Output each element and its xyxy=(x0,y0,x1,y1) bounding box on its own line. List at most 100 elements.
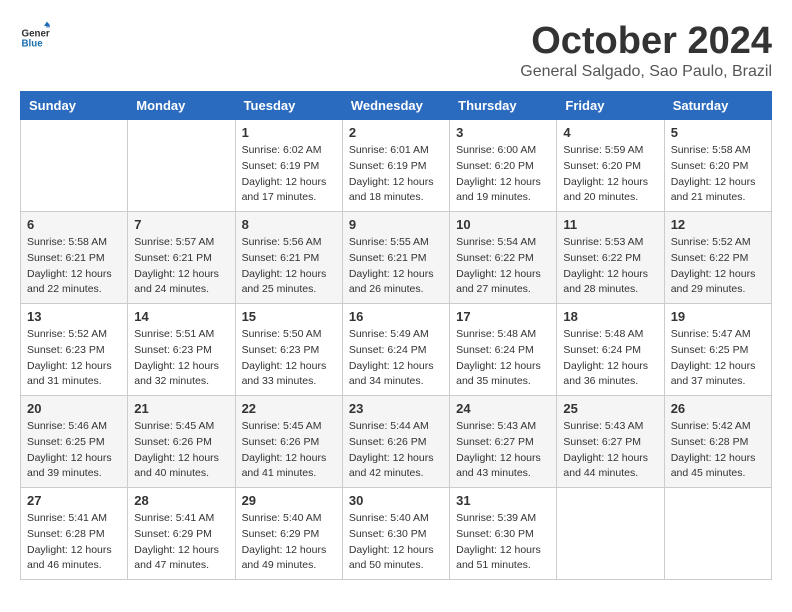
calendar-cell: 15 Sunrise: 5:50 AM Sunset: 6:23 PM Dayli… xyxy=(235,304,342,396)
calendar-cell: 30 Sunrise: 5:40 AM Sunset: 6:30 PM Dayli… xyxy=(342,488,449,580)
day-info: Sunrise: 5:45 AM Sunset: 6:26 PM Dayligh… xyxy=(134,419,228,482)
calendar-cell: 11 Sunrise: 5:53 AM Sunset: 6:22 PM Dayli… xyxy=(557,212,664,304)
day-number: 26 xyxy=(671,401,765,416)
day-number: 19 xyxy=(671,309,765,324)
calendar-week-5: 27Sunrise: 5:41 AM Sunset: 6:28 PM Dayli… xyxy=(21,488,772,580)
calendar-cell: 23 Sunrise: 5:44 AM Sunset: 6:26 PM Dayli… xyxy=(342,396,449,488)
day-number: 9 xyxy=(349,217,443,232)
day-number: 12 xyxy=(671,217,765,232)
day-number: 10 xyxy=(456,217,550,232)
calendar-cell: 8 Sunrise: 5:56 AM Sunset: 6:21 PM Daylig… xyxy=(235,212,342,304)
day-number: 20 xyxy=(27,401,121,416)
day-number: 29 xyxy=(242,493,336,508)
day-info: Sunrise: 5:42 AM Sunset: 6:28 PM Dayligh… xyxy=(671,419,765,482)
day-number: 28 xyxy=(134,493,228,508)
day-number: 14 xyxy=(134,309,228,324)
column-header-sunday: Sunday xyxy=(21,92,128,120)
calendar-week-3: 13 Sunrise: 5:52 AM Sunset: 6:23 PM Dayli… xyxy=(21,304,772,396)
svg-text:Blue: Blue xyxy=(22,38,44,49)
logo-icon: General Blue xyxy=(20,20,50,50)
day-info: Sunrise: 5:50 AM Sunset: 6:23 PM Dayligh… xyxy=(242,327,336,390)
calendar-cell: 17 Sunrise: 5:48 AM Sunset: 6:24 PM Dayli… xyxy=(450,304,557,396)
day-number: 30 xyxy=(349,493,443,508)
calendar-cell: 2 Sunrise: 6:01 AM Sunset: 6:19 PM Daylig… xyxy=(342,120,449,212)
day-number: 23 xyxy=(349,401,443,416)
day-info: Sunrise: 5:51 AM Sunset: 6:23 PM Dayligh… xyxy=(134,327,228,390)
day-number: 7 xyxy=(134,217,228,232)
calendar-cell: 10 Sunrise: 5:54 AM Sunset: 6:22 PM Dayli… xyxy=(450,212,557,304)
calendar-cell: 14 Sunrise: 5:51 AM Sunset: 6:23 PM Dayli… xyxy=(128,304,235,396)
day-info: Sunrise: 5:52 AM Sunset: 6:23 PM Dayligh… xyxy=(27,327,121,390)
day-info: Sunrise: 5:39 AM Sunset: 6:30 PM Dayligh… xyxy=(456,511,550,574)
day-number: 24 xyxy=(456,401,550,416)
calendar-cell: 3 Sunrise: 6:00 AM Sunset: 6:20 PM Daylig… xyxy=(450,120,557,212)
calendar-cell: 13 Sunrise: 5:52 AM Sunset: 6:23 PM Dayli… xyxy=(21,304,128,396)
logo: General Blue xyxy=(20,20,54,50)
calendar-cell xyxy=(21,120,128,212)
day-info: Sunrise: 5:49 AM Sunset: 6:24 PM Dayligh… xyxy=(349,327,443,390)
day-number: 8 xyxy=(242,217,336,232)
day-number: 25 xyxy=(563,401,657,416)
day-info: Sunrise: 6:02 AM Sunset: 6:19 PM Dayligh… xyxy=(242,143,336,206)
calendar-cell: 6 Sunrise: 5:58 AM Sunset: 6:21 PM Daylig… xyxy=(21,212,128,304)
day-number: 22 xyxy=(242,401,336,416)
month-title: October 2024 xyxy=(520,20,772,63)
day-number: 17 xyxy=(456,309,550,324)
calendar-cell: 29 Sunrise: 5:40 AM Sunset: 6:29 PM Dayli… xyxy=(235,488,342,580)
day-info: Sunrise: 5:52 AM Sunset: 6:22 PM Dayligh… xyxy=(671,235,765,298)
calendar-table: SundayMondayTuesdayWednesdayThursdayFrid… xyxy=(20,91,772,580)
day-number: 18 xyxy=(563,309,657,324)
day-number: 13 xyxy=(27,309,121,324)
page-header: General Blue October 2024 General Salgad… xyxy=(20,20,772,81)
calendar-cell: 24Sunrise: 5:43 AM Sunset: 6:27 PM Dayli… xyxy=(450,396,557,488)
day-number: 31 xyxy=(456,493,550,508)
day-number: 21 xyxy=(134,401,228,416)
column-header-saturday: Saturday xyxy=(664,92,771,120)
calendar-cell: 9 Sunrise: 5:55 AM Sunset: 6:21 PM Daylig… xyxy=(342,212,449,304)
day-info: Sunrise: 5:59 AM Sunset: 6:20 PM Dayligh… xyxy=(563,143,657,206)
day-number: 16 xyxy=(349,309,443,324)
day-info: Sunrise: 5:43 AM Sunset: 6:27 PM Dayligh… xyxy=(563,419,657,482)
calendar-week-1: 1 Sunrise: 6:02 AM Sunset: 6:19 PM Daylig… xyxy=(21,120,772,212)
day-info: Sunrise: 5:56 AM Sunset: 6:21 PM Dayligh… xyxy=(242,235,336,298)
calendar-week-4: 20 Sunrise: 5:46 AM Sunset: 6:25 PM Dayli… xyxy=(21,396,772,488)
day-info: Sunrise: 5:46 AM Sunset: 6:25 PM Dayligh… xyxy=(27,419,121,482)
day-info: Sunrise: 5:40 AM Sunset: 6:30 PM Dayligh… xyxy=(349,511,443,574)
calendar-cell: 22Sunrise: 5:45 AM Sunset: 6:26 PM Dayli… xyxy=(235,396,342,488)
day-info: Sunrise: 5:47 AM Sunset: 6:25 PM Dayligh… xyxy=(671,327,765,390)
calendar-cell: 1 Sunrise: 6:02 AM Sunset: 6:19 PM Daylig… xyxy=(235,120,342,212)
calendar-cell: 5Sunrise: 5:58 AM Sunset: 6:20 PM Daylig… xyxy=(664,120,771,212)
calendar-cell: 12 Sunrise: 5:52 AM Sunset: 6:22 PM Dayli… xyxy=(664,212,771,304)
calendar-cell: 16 Sunrise: 5:49 AM Sunset: 6:24 PM Dayli… xyxy=(342,304,449,396)
day-info: Sunrise: 5:40 AM Sunset: 6:29 PM Dayligh… xyxy=(242,511,336,574)
calendar-cell: 4Sunrise: 5:59 AM Sunset: 6:20 PM Daylig… xyxy=(557,120,664,212)
day-info: Sunrise: 5:58 AM Sunset: 6:21 PM Dayligh… xyxy=(27,235,121,298)
calendar-cell xyxy=(557,488,664,580)
title-area: October 2024 General Salgado, Sao Paulo,… xyxy=(520,20,772,81)
day-number: 1 xyxy=(242,125,336,140)
day-number: 3 xyxy=(456,125,550,140)
calendar-cell: 7Sunrise: 5:57 AM Sunset: 6:21 PM Daylig… xyxy=(128,212,235,304)
calendar-cell: 20 Sunrise: 5:46 AM Sunset: 6:25 PM Dayli… xyxy=(21,396,128,488)
day-info: Sunrise: 6:00 AM Sunset: 6:20 PM Dayligh… xyxy=(456,143,550,206)
column-header-tuesday: Tuesday xyxy=(235,92,342,120)
day-info: Sunrise: 5:54 AM Sunset: 6:22 PM Dayligh… xyxy=(456,235,550,298)
day-number: 2 xyxy=(349,125,443,140)
day-info: Sunrise: 5:44 AM Sunset: 6:26 PM Dayligh… xyxy=(349,419,443,482)
day-info: Sunrise: 5:55 AM Sunset: 6:21 PM Dayligh… xyxy=(349,235,443,298)
day-number: 15 xyxy=(242,309,336,324)
calendar-cell: 21 Sunrise: 5:45 AM Sunset: 6:26 PM Dayli… xyxy=(128,396,235,488)
day-info: Sunrise: 5:53 AM Sunset: 6:22 PM Dayligh… xyxy=(563,235,657,298)
column-header-thursday: Thursday xyxy=(450,92,557,120)
column-header-friday: Friday xyxy=(557,92,664,120)
day-info: Sunrise: 6:01 AM Sunset: 6:19 PM Dayligh… xyxy=(349,143,443,206)
day-info: Sunrise: 5:41 AM Sunset: 6:29 PM Dayligh… xyxy=(134,511,228,574)
calendar-cell: 31 Sunrise: 5:39 AM Sunset: 6:30 PM Dayli… xyxy=(450,488,557,580)
calendar-cell: 28 Sunrise: 5:41 AM Sunset: 6:29 PM Dayli… xyxy=(128,488,235,580)
day-info: Sunrise: 5:48 AM Sunset: 6:24 PM Dayligh… xyxy=(456,327,550,390)
column-header-wednesday: Wednesday xyxy=(342,92,449,120)
day-info: Sunrise: 5:48 AM Sunset: 6:24 PM Dayligh… xyxy=(563,327,657,390)
day-number: 11 xyxy=(563,217,657,232)
calendar-cell: 18 Sunrise: 5:48 AM Sunset: 6:24 PM Dayli… xyxy=(557,304,664,396)
day-number: 6 xyxy=(27,217,121,232)
